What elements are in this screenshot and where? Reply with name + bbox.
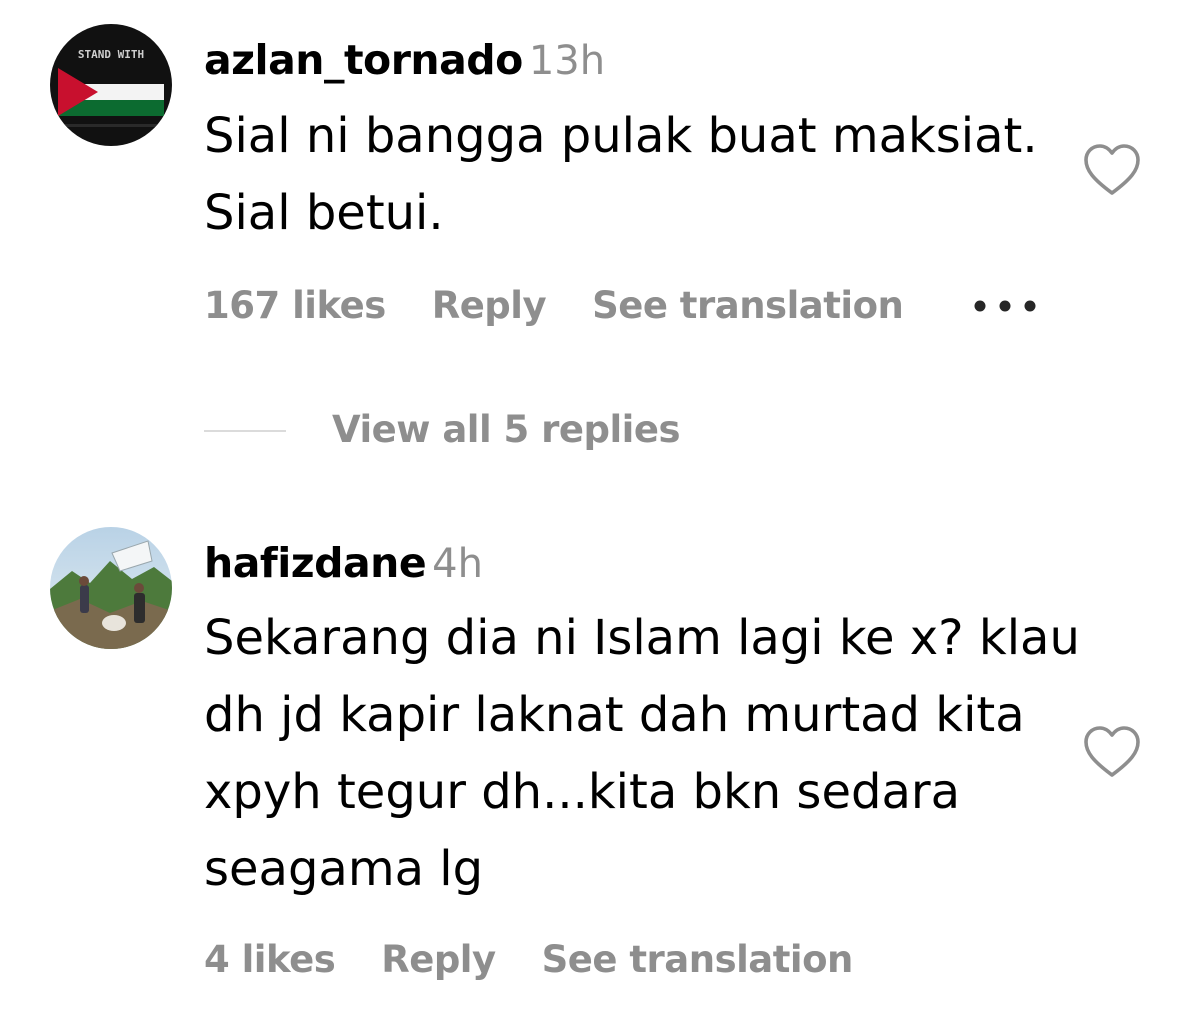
timestamp[interactable]: 4h <box>432 541 483 587</box>
timestamp[interactable]: 13h <box>529 38 605 84</box>
avatar-caption: STAND WITH <box>78 48 144 61</box>
avatar[interactable]: STAND WITH <box>50 24 172 146</box>
heart-outline-icon[interactable] <box>1083 725 1141 779</box>
reply-button[interactable]: Reply <box>381 938 496 981</box>
username[interactable]: hafizdane <box>204 539 427 587</box>
comment-header: hafizdane 4h <box>204 539 483 587</box>
view-replies-button[interactable]: View all 5 replies <box>332 408 680 451</box>
comment-meta: 4 likes Reply See translation <box>204 938 899 981</box>
likes-count[interactable]: 4 likes <box>204 938 336 981</box>
heart-outline-icon[interactable] <box>1083 143 1141 197</box>
replies-divider <box>204 430 286 432</box>
likes-count[interactable]: 167 likes <box>204 284 386 327</box>
see-translation-button[interactable]: See translation <box>542 938 854 981</box>
comment-meta: 167 likes Reply See translation <box>204 284 949 327</box>
more-options-icon[interactable] <box>972 299 1038 313</box>
see-translation-button[interactable]: See translation <box>592 284 904 327</box>
reply-button[interactable]: Reply <box>432 284 547 327</box>
avatar[interactable] <box>50 527 172 649</box>
palestine-flag-avatar-image: STAND WITH <box>50 24 172 146</box>
comment-header: azlan_tornado 13h <box>204 36 605 84</box>
comment-text: Sekarang dia ni Islam lagi ke x? klau dh… <box>204 610 1080 897</box>
username[interactable]: azlan_tornado <box>204 36 523 84</box>
landscape-photo-avatar-image <box>50 527 172 649</box>
comment-text: Sial ni bangga pulak buat maksiat. Sial … <box>204 108 1038 241</box>
